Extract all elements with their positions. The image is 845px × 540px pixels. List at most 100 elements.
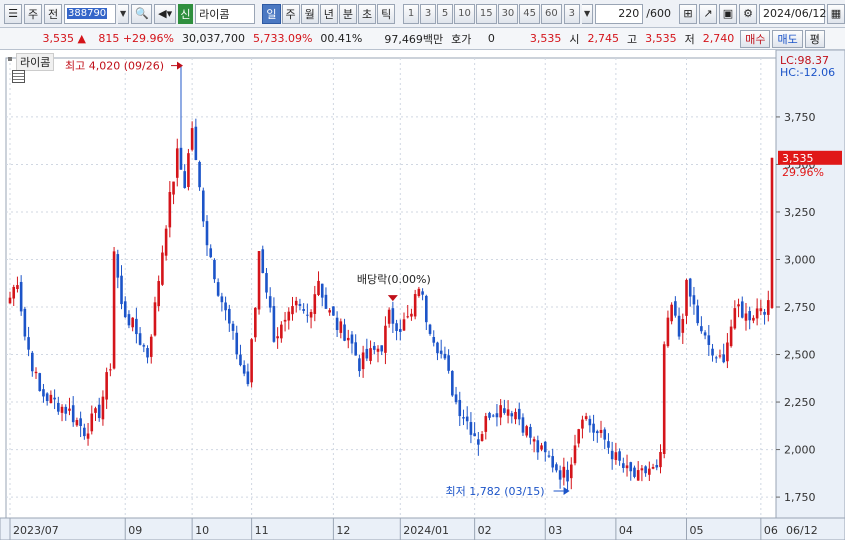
candle-body: [384, 325, 387, 353]
toolbar: ☰ 주 전 388790 ▼ 🔍 ◀▾ 신 라이콤 일주월년분초틱 1 3 5 10 1…: [0, 0, 845, 28]
candle-body: [636, 470, 640, 481]
shin-badge: 신: [177, 3, 194, 24]
candle-body: [350, 334, 354, 344]
date-input[interactable]: 2024/06/12: [759, 3, 826, 24]
candle-body: [584, 416, 588, 420]
period-button-6[interactable]: 틱: [377, 3, 396, 24]
interval-button-4[interactable]: 15: [475, 3, 497, 24]
candle-body: [27, 337, 30, 350]
candle-body: [451, 370, 454, 396]
candle-body: [603, 429, 607, 440]
candle-body: [68, 408, 71, 411]
candle-body: [666, 317, 670, 347]
period-button-1[interactable]: 주: [281, 3, 300, 24]
candle-body: [700, 326, 703, 332]
candle-body: [577, 429, 581, 444]
candle-body: [540, 445, 543, 450]
candle-body: [521, 417, 525, 433]
period-button-5[interactable]: 초: [358, 3, 377, 24]
data-table-icon[interactable]: [12, 70, 25, 83]
candle-body: [692, 295, 696, 305]
volume-pct: 5,733.09%: [252, 32, 313, 45]
save-icon[interactable]: ▣: [719, 3, 737, 24]
period-button-0[interactable]: 일: [262, 3, 281, 24]
candle-body: [23, 308, 27, 337]
candle-body: [517, 408, 521, 420]
menu-icon[interactable]: ☰: [4, 3, 22, 24]
count-input[interactable]: 220: [595, 3, 644, 24]
interval-button-6[interactable]: 45: [519, 3, 541, 24]
draw-tool-icon[interactable]: ↗: [699, 3, 717, 24]
mode-button[interactable]: 전: [44, 3, 62, 24]
search-icon[interactable]: 🔍: [131, 3, 153, 24]
interval-button-3[interactable]: 10: [454, 3, 475, 24]
type-button[interactable]: 주: [24, 3, 42, 24]
candle-body: [499, 405, 502, 418]
candle-body: [648, 468, 651, 475]
candle-body: [346, 337, 350, 341]
candle-body: [239, 354, 242, 366]
candle-body: [168, 192, 172, 228]
period-button-4[interactable]: 분: [338, 3, 358, 24]
period-button-2[interactable]: 월: [300, 3, 319, 24]
interval-button-7[interactable]: 60: [541, 3, 562, 24]
period-button-3[interactable]: 년: [319, 3, 338, 24]
candle-body: [201, 190, 205, 222]
interval-button-2[interactable]: 5: [437, 3, 454, 24]
candle-body: [287, 311, 291, 321]
interval-button-0[interactable]: 1: [403, 3, 420, 24]
low-annotation-label: 최저 1,782 (03/15): [446, 485, 545, 498]
candle-body: [510, 413, 514, 417]
interval-dropdown-chevron-icon[interactable]: ▼: [581, 3, 594, 24]
candle-body: [131, 317, 134, 328]
candle-body: [60, 406, 64, 413]
candle-body: [395, 323, 398, 331]
high-label: 고: [626, 32, 638, 46]
interval-button-5[interactable]: 30: [497, 3, 519, 24]
candle-body: [294, 300, 298, 306]
interval-select[interactable]: 3: [563, 3, 580, 24]
candle-body: [246, 371, 250, 385]
low-value: 2,740: [702, 32, 735, 45]
candle-body: [164, 228, 168, 256]
interval-button-1[interactable]: 3: [420, 3, 437, 24]
speaker-icon[interactable]: ◀▾: [154, 3, 176, 24]
candle-body: [729, 326, 733, 347]
candle-body: [138, 333, 142, 345]
chart-tools-icon[interactable]: ⊞: [679, 3, 697, 24]
candle-body: [250, 339, 253, 383]
candle-body: [71, 405, 75, 423]
candlestick-chart[interactable]: 1,7502,0002,2502,5002,7503,0003,2503,500…: [0, 50, 845, 540]
candle-body: [529, 426, 532, 438]
buy-button[interactable]: 매수: [740, 29, 771, 48]
candle-body: [655, 464, 659, 468]
x-tick-label: 02: [478, 524, 492, 537]
candle-body: [376, 348, 380, 352]
x-tick-label: 12: [336, 524, 350, 537]
code-input[interactable]: 388790: [64, 3, 116, 24]
candle-body: [677, 315, 681, 337]
candle-body: [402, 319, 406, 331]
candle-body: [406, 316, 410, 318]
candle-body: [213, 259, 216, 280]
candle-body: [491, 415, 495, 417]
gear-icon[interactable]: ⚙: [739, 3, 757, 24]
candle-body: [53, 397, 56, 400]
eval-button[interactable]: 평: [804, 29, 825, 48]
candle-body: [469, 422, 473, 435]
high-annotation-label: 최고 4,020 (09/26): [65, 60, 164, 73]
candle-body: [696, 305, 699, 324]
calendar-icon[interactable]: ▦: [827, 3, 845, 24]
code-dropdown-chevron-icon[interactable]: ▼: [117, 3, 130, 24]
candle-body: [391, 308, 395, 324]
sell-button[interactable]: 매도: [772, 29, 803, 48]
candle-body: [592, 423, 595, 433]
candle-body: [123, 301, 127, 318]
candle-body: [116, 254, 120, 278]
candle-body: [149, 336, 153, 357]
name-field[interactable]: 라이콤: [195, 3, 255, 24]
candle-body: [328, 310, 331, 313]
y-tick-label: 2,750: [784, 301, 816, 314]
candle-body: [447, 355, 450, 371]
amount: 97,469백만: [384, 32, 444, 46]
